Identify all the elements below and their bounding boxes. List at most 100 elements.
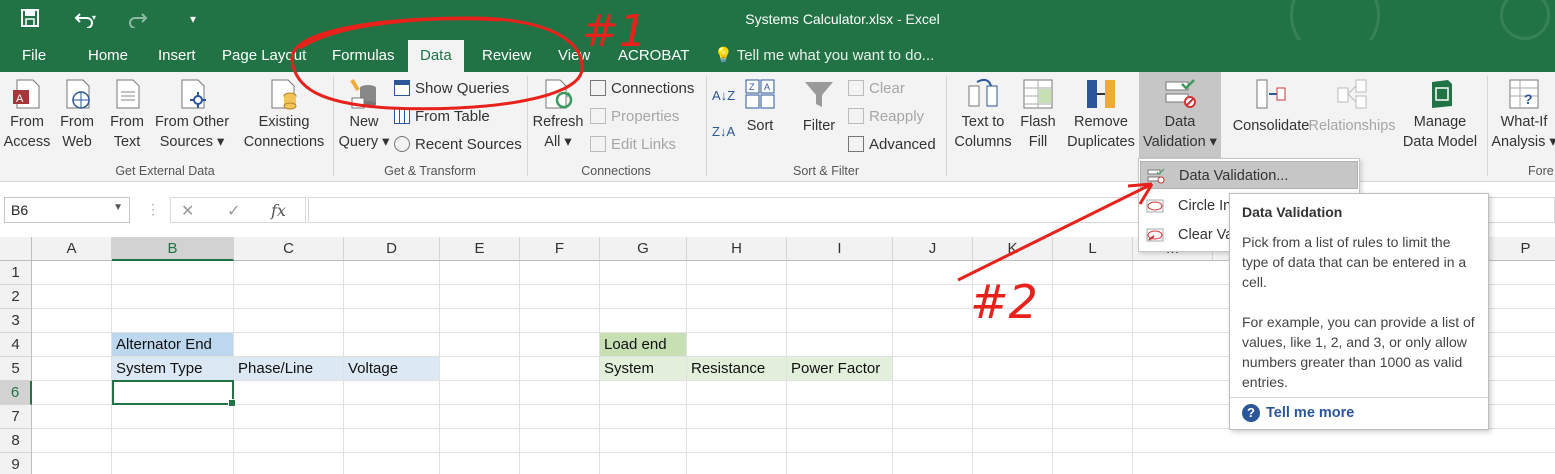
column-header[interactable]: P <box>1486 237 1555 261</box>
menu-item-label: Circle In <box>1178 198 1232 214</box>
title-bar: ▾ ▾ Systems Calculator.xlsx - Excel <box>0 0 1555 60</box>
flash-fill-button[interactable]: Flash Fill <box>1016 72 1060 152</box>
chevron-down-icon[interactable]: ▼ <box>113 202 123 213</box>
row-header[interactable]: 6 <box>0 381 32 405</box>
connections-button[interactable]: Connections <box>590 79 694 99</box>
row-header[interactable]: 5 <box>0 357 32 381</box>
selected-cell-B6[interactable] <box>112 380 236 407</box>
cell-I5[interactable]: Power Factor <box>787 357 892 380</box>
from-table-label: From Table <box>415 108 490 125</box>
help-icon: ? <box>1242 404 1260 422</box>
row-header[interactable]: 2 <box>0 285 32 309</box>
row-header[interactable]: 8 <box>0 429 32 453</box>
recent-sources-button[interactable]: Recent Sources <box>394 135 522 155</box>
what-if-analysis-button[interactable]: ? What-If Analysis ▾ <box>1490 72 1555 152</box>
column-header[interactable]: L <box>1053 237 1133 261</box>
edit-links-button[interactable]: Edit Links <box>590 135 676 155</box>
tab-insert[interactable]: Insert <box>146 40 208 72</box>
row-header[interactable]: 7 <box>0 405 32 429</box>
group-label-get-transform: Get & Transform <box>384 164 476 178</box>
cell-B4[interactable]: Alternator End <box>112 333 233 356</box>
column-header[interactable]: C <box>234 237 344 261</box>
advanced-label: Advanced <box>869 136 936 153</box>
new-query-button[interactable]: New Query ▾ <box>336 72 392 152</box>
clear-label: Clear <box>869 80 905 97</box>
tab-formulas[interactable]: Formulas <box>320 40 407 72</box>
relationships-button[interactable]: Relationships <box>1306 72 1398 136</box>
column-header[interactable]: A <box>32 237 112 261</box>
refresh-all-button[interactable]: Refresh All ▾ <box>530 72 586 152</box>
group-label-connections: Connections <box>581 164 651 178</box>
remove-duplicates-button[interactable]: Remove Duplicates <box>1064 72 1138 152</box>
web-icon <box>66 79 90 109</box>
tab-file[interactable]: File <box>10 40 58 72</box>
recent-sources-label: Recent Sources <box>415 136 522 153</box>
data-validation-label-2: Validation ▾ <box>1143 134 1217 150</box>
from-other-sources-button[interactable]: From Other Sources ▾ <box>152 72 232 152</box>
from-text-label-2: Text <box>113 134 141 150</box>
properties-button[interactable]: Properties <box>590 107 679 127</box>
from-access-button[interactable]: A From Access <box>2 72 52 152</box>
text-to-columns-label-1: Text to <box>961 114 1005 130</box>
select-all-corner[interactable] <box>0 237 32 261</box>
existing-label-1: Existing <box>258 114 310 130</box>
row-header[interactable]: 9 <box>0 453 32 474</box>
column-header[interactable]: G <box>600 237 687 261</box>
tab-page-layout[interactable]: Page Layout <box>210 40 318 72</box>
name-box[interactable]: B6 ▼ <box>4 197 130 223</box>
sort-button[interactable]: ZA Sort <box>740 72 780 136</box>
from-table-button[interactable]: From Table <box>394 107 490 127</box>
column-header[interactable]: F <box>520 237 600 261</box>
menu-item-label: Data Validation... <box>1179 168 1289 184</box>
column-header[interactable]: B <box>112 237 234 261</box>
from-access-label-2: Access <box>3 134 51 150</box>
cell-B5[interactable]: System Type <box>112 357 233 380</box>
existing-connections-button[interactable]: Existing Connections <box>238 72 330 152</box>
cell-D5[interactable]: Voltage <box>344 357 439 380</box>
tab-acrobat[interactable]: ACROBAT <box>606 40 701 72</box>
other-sources-icon <box>181 79 206 109</box>
tell-me-box[interactable]: 💡 Tell me what you want to do... <box>714 40 934 72</box>
column-header[interactable]: K <box>973 237 1053 261</box>
data-validation-button[interactable]: Data Validation ▾ <box>1139 72 1221 160</box>
tab-review[interactable]: Review <box>470 40 543 72</box>
cell-G4[interactable]: Load end <box>600 333 686 356</box>
sort-descending-button[interactable]: Z↓A <box>712 122 735 142</box>
column-header[interactable]: H <box>687 237 787 261</box>
text-to-columns-button[interactable]: Text to Columns <box>952 72 1014 152</box>
cell-G5[interactable]: System <box>600 357 686 380</box>
reapply-button[interactable]: Reapply <box>848 107 924 127</box>
from-web-button[interactable]: From Web <box>54 72 100 152</box>
text-file-icon <box>116 79 140 109</box>
tell-me-more-link[interactable]: ? Tell me more <box>1230 397 1488 429</box>
menu-item-data-validation[interactable]: Data Validation... <box>1140 161 1358 189</box>
tab-view[interactable]: View <box>546 40 602 72</box>
row-header[interactable]: 3 <box>0 309 32 333</box>
cell-C5[interactable]: Phase/Line <box>234 357 343 380</box>
column-header[interactable]: J <box>893 237 973 261</box>
filter-button[interactable]: Filter <box>798 72 840 136</box>
insert-function-icon[interactable]: fx <box>271 201 286 220</box>
tab-home[interactable]: Home <box>76 40 140 72</box>
enter-icon[interactable]: ✓ <box>227 201 240 221</box>
row-header[interactable]: 1 <box>0 261 32 285</box>
manage-data-model-button[interactable]: Manage Data Model <box>1398 72 1482 152</box>
sort-ascending-button[interactable]: A↓Z <box>712 86 735 106</box>
column-header[interactable]: I <box>787 237 893 261</box>
group-separator <box>946 76 947 176</box>
grid-line <box>972 261 973 474</box>
column-header[interactable]: D <box>344 237 440 261</box>
tooltip-title: Data Validation <box>1242 204 1343 220</box>
cancel-icon[interactable]: ✕ <box>181 201 194 221</box>
from-text-button[interactable]: From Text <box>104 72 150 152</box>
row-header[interactable]: 4 <box>0 333 32 357</box>
existing-label-2: Connections <box>243 134 325 150</box>
splitter-handle-icon[interactable]: ⋮ <box>146 201 160 218</box>
tab-data[interactable]: Data <box>408 40 464 72</box>
column-header[interactable]: E <box>440 237 520 261</box>
cell-H5[interactable]: Resistance <box>687 357 786 380</box>
clear-filter-button[interactable]: Clear <box>848 79 905 99</box>
show-queries-button[interactable]: Show Queries <box>394 79 509 99</box>
advanced-filter-button[interactable]: Advanced <box>848 135 936 155</box>
new-query-label-2: Query ▾ <box>338 134 390 150</box>
